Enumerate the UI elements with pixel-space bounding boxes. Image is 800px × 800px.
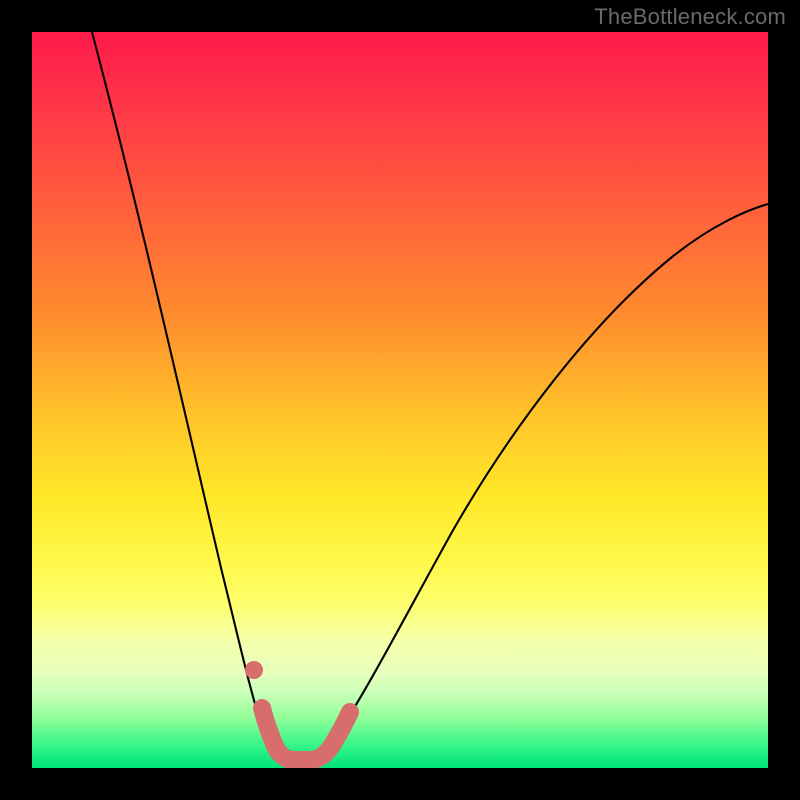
- bottleneck-curve-left: [92, 32, 292, 766]
- optimal-band-highlight: [262, 708, 350, 760]
- highlight-marker-dot: [245, 661, 263, 679]
- plot-area: [32, 32, 768, 768]
- chart-frame: TheBottleneck.com: [0, 0, 800, 800]
- curve-layer: [32, 32, 768, 768]
- bottleneck-curve-right: [292, 204, 768, 766]
- watermark-text: TheBottleneck.com: [594, 4, 786, 30]
